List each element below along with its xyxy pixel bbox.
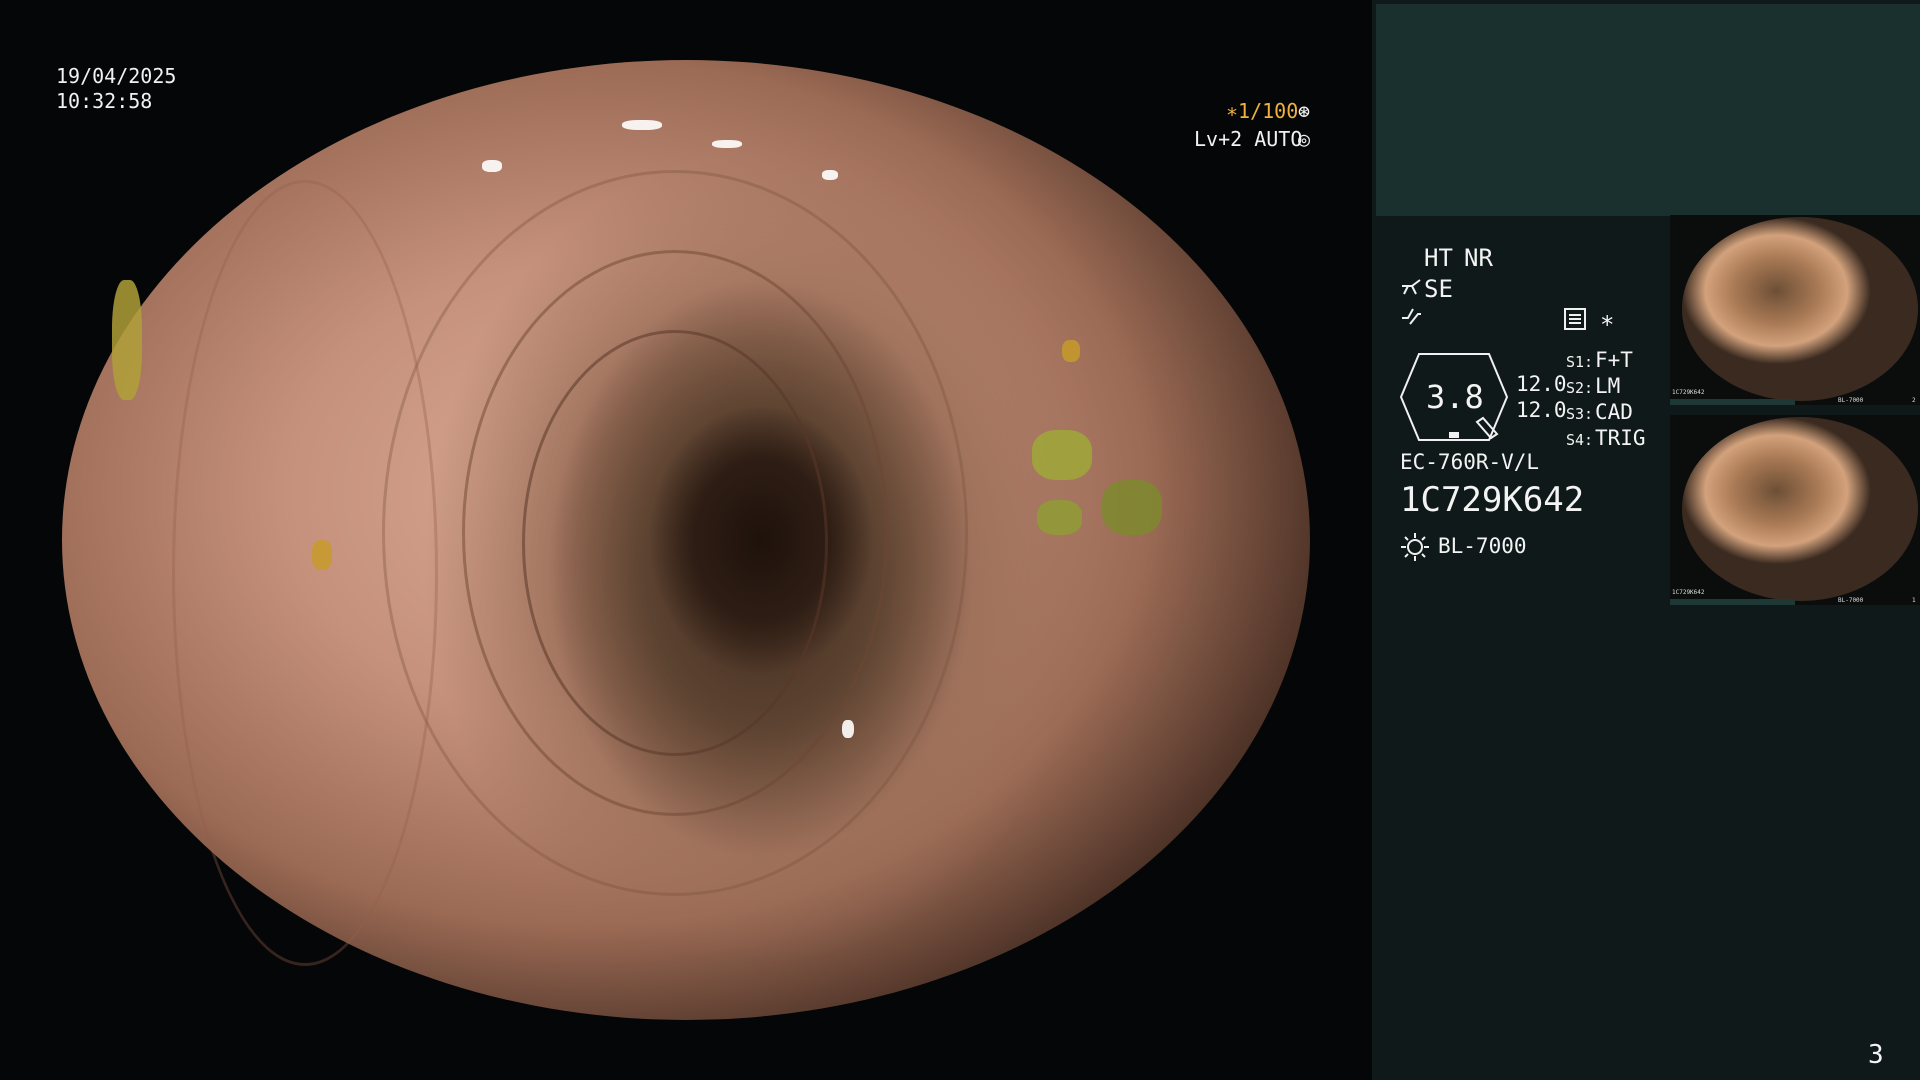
thumbnail-bar — [1670, 599, 1795, 605]
s3-key: S3: — [1566, 405, 1594, 423]
nr-indicator: NR — [1464, 244, 1493, 272]
diameter-1: 12.0 — [1516, 372, 1567, 396]
page-number: 3 — [1868, 1040, 1884, 1070]
scissors-filter-icon — [1402, 279, 1421, 295]
info-panel-header — [1376, 4, 1920, 216]
specular-highlight — [822, 170, 838, 180]
shutter-speed: ∗1/100 — [1226, 99, 1299, 123]
shutter-icon: ⊛ — [1298, 99, 1311, 123]
specular-highlight — [842, 720, 854, 738]
thumbnail-endoscopic-image — [1682, 217, 1918, 401]
ht-indicator: HT — [1424, 244, 1453, 272]
s4-value: TRIG — [1595, 426, 1646, 450]
s4-key: S4: — [1566, 431, 1594, 449]
endoscopy-view: 19/04/2025 10:32:58 ∗1/100 ⊛ Lv+2 AUTO ◎ — [0, 0, 1372, 1080]
debris — [112, 280, 142, 400]
endoscopic-image — [62, 60, 1310, 1020]
debris — [312, 540, 332, 570]
specular-highlight — [622, 120, 662, 130]
scope-model: EC-760R-V/L — [1400, 450, 1540, 474]
thumbnail-index: 2 — [1912, 397, 1916, 404]
s2-value: LM — [1595, 374, 1621, 398]
thumbnail-index: 1 — [1912, 597, 1916, 604]
debris — [1062, 340, 1080, 362]
se-indicator: SE — [1424, 275, 1453, 303]
debris — [1102, 480, 1162, 535]
specular-highlight — [712, 140, 742, 148]
light-source-icon — [1401, 533, 1429, 561]
thumbnail-image[interactable]: 1C729K642 BL-7000 1 — [1670, 415, 1920, 605]
thumbnail-serial: 1C729K642 — [1672, 589, 1705, 596]
s3-value: CAD — [1595, 400, 1633, 424]
zoom-value: 3.8 — [1426, 378, 1484, 416]
date-label: 19/04/2025 — [56, 64, 177, 88]
asterisk-indicator: ∗ — [1600, 306, 1615, 334]
thumbnail-light: BL-7000 — [1838, 397, 1864, 404]
thumbnail-endoscopic-image — [1682, 417, 1918, 601]
s1-value: F+T — [1595, 348, 1633, 372]
scope-serial: 1C729K642 — [1400, 480, 1585, 520]
s2-key: S2: — [1566, 379, 1594, 397]
brightness-level: Lv+2 AUTO — [1194, 127, 1303, 151]
thumbnail-light: BL-7000 — [1838, 597, 1864, 604]
diameter-2: 12.0 — [1516, 398, 1567, 422]
s1-key: S1: — [1566, 353, 1594, 371]
debris — [1032, 430, 1092, 480]
pulse-icon — [1402, 308, 1421, 325]
mucosal-fold — [172, 180, 438, 966]
thumbnail-bar — [1670, 399, 1795, 405]
time-label: 10:32:58 — [56, 89, 153, 113]
specular-highlight — [482, 160, 502, 172]
mucosal-fold — [522, 330, 828, 756]
iris-icon: ◎ — [1298, 127, 1311, 151]
memory-icon — [1564, 308, 1586, 330]
thumbnail-image[interactable]: 1C729K642 BL-7000 2 — [1670, 215, 1920, 405]
debris — [1037, 500, 1082, 535]
light-source-label: BL-7000 — [1438, 534, 1527, 558]
thumbnail-serial: 1C729K642 — [1672, 389, 1705, 396]
